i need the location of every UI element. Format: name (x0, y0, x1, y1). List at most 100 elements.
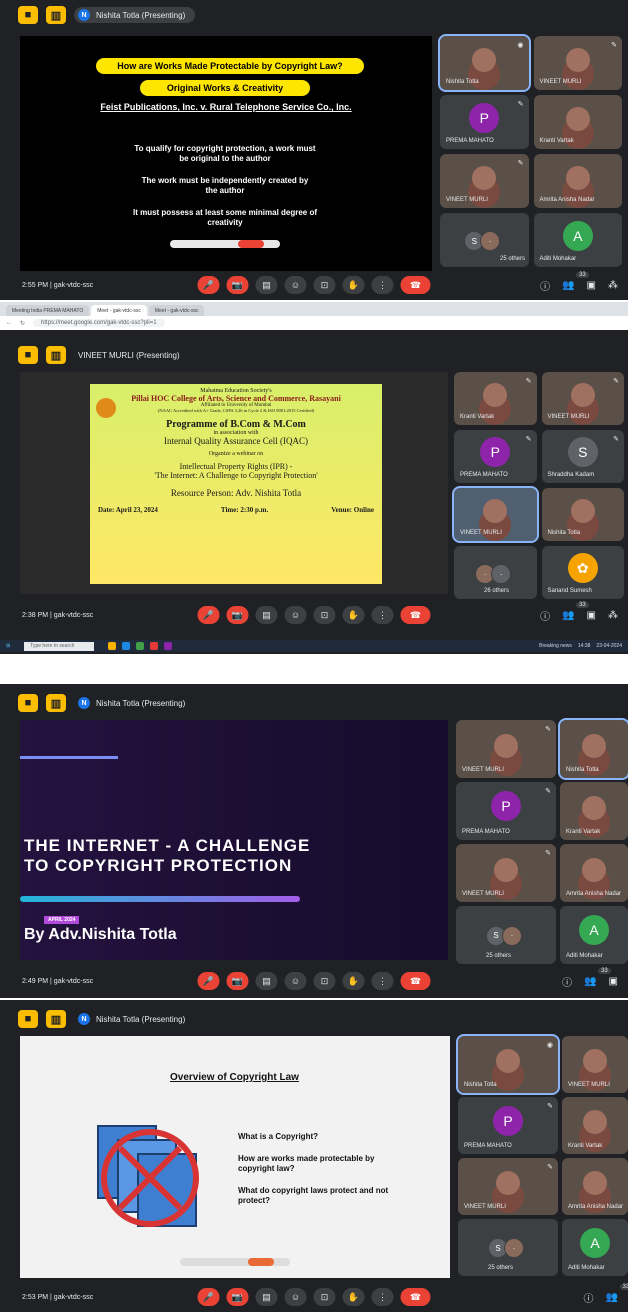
chat-icon[interactable]: ▣ (587, 610, 596, 621)
presenting-chip[interactable]: N Nishita Totla (Presenting) (74, 1011, 195, 1027)
chat-icon[interactable]: ▣ (587, 280, 596, 291)
tab-active[interactable]: Meet - gak-vtdc-ssc (91, 305, 147, 316)
camera-icon[interactable]: 📷 (226, 972, 249, 990)
presenting-chip[interactable]: N Nishita Totla (Presenting) (74, 7, 196, 23)
participant-tile[interactable]: Kranti Vartak (560, 782, 628, 840)
captions-icon[interactable]: ▤ (255, 606, 278, 624)
end-call-icon[interactable]: ☎ (400, 606, 431, 624)
participant-tile[interactable]: VINEET MURLI (452, 486, 539, 543)
app-icon[interactable]: ■ (18, 6, 38, 24)
emoji-icon[interactable]: ☺ (284, 1288, 307, 1306)
mic-icon[interactable]: 🎤 (197, 276, 220, 294)
app-icon[interactable]: ■ (18, 346, 38, 364)
people-icon[interactable]: 👥 33 (562, 271, 589, 291)
hand-icon[interactable]: ✋ (342, 1288, 365, 1306)
mic-icon[interactable]: 🎤 (197, 606, 220, 624)
participant-tile[interactable]: ✎ VINEET MURLI (456, 844, 556, 902)
present-icon[interactable]: ⊡ (313, 972, 336, 990)
back-icon[interactable]: ← (6, 320, 12, 326)
app-icon[interactable]: ■ (18, 1010, 38, 1028)
others-tile[interactable]: S · 25 others (456, 906, 556, 964)
more-icon[interactable]: ⋮ (371, 276, 394, 294)
people-icon[interactable]: 👥 33 (606, 1283, 628, 1303)
participant-tile[interactable]: Kranti Vartak (533, 95, 622, 149)
end-call-icon[interactable]: ☎ (400, 276, 431, 294)
college-logo (96, 398, 116, 418)
end-call-icon[interactable]: ☎ (400, 972, 431, 990)
window-icon[interactable]: ▥ (46, 346, 66, 364)
reload-icon[interactable]: ↻ (20, 320, 25, 327)
mic-icon[interactable]: 🎤 (197, 972, 220, 990)
participant-tile[interactable]: A Aditi Mohakar (560, 906, 628, 964)
window-icon[interactable]: ▥ (46, 1010, 66, 1028)
tab[interactable]: Meeting India PREMA MAHATO (6, 305, 90, 316)
participant-tile[interactable]: Nishita Totla (558, 718, 628, 780)
info-icon[interactable]: ⓘ (584, 1290, 594, 1305)
mic-icon[interactable]: 🎤 (197, 1288, 220, 1306)
captions-icon[interactable]: ▤ (255, 1288, 278, 1306)
participant-tile[interactable]: ✿ Sanand Sumesh (541, 546, 624, 599)
window-icon[interactable]: ▥ (46, 6, 66, 24)
participant-tile[interactable]: ✎ VINEET MURLI (458, 1158, 558, 1215)
more-icon[interactable]: ⋮ (371, 1288, 394, 1306)
participant-tile[interactable]: VINEET MURLI (562, 1036, 628, 1093)
chat-icon[interactable]: ▣ (609, 976, 618, 987)
participant-tile[interactable]: Amrita Anisha Nadar (533, 154, 622, 208)
info-icon[interactable]: ⓘ (540, 278, 550, 293)
present-icon[interactable]: ⊡ (313, 276, 336, 294)
participant-tile[interactable]: Amrita Anisha Nadar (560, 844, 628, 902)
participant-tile[interactable]: ✎ VINEET MURLI (456, 720, 556, 778)
participant-tile[interactable]: P ✎ PREMA MAHATO (454, 430, 537, 483)
emoji-icon[interactable]: ☺ (284, 606, 307, 624)
camera-icon[interactable]: 📷 (226, 276, 249, 294)
window-icon[interactable]: ▥ (46, 694, 66, 712)
hand-icon[interactable]: ✋ (342, 972, 365, 990)
participant-tile[interactable]: P ✎ PREMA MAHATO (458, 1097, 558, 1154)
participant-tile[interactable]: A Aditi Mohakar (533, 213, 622, 267)
present-icon[interactable]: ⊡ (313, 1288, 336, 1306)
hand-icon[interactable]: ✋ (342, 606, 365, 624)
activities-icon[interactable]: ⁂ (608, 610, 618, 621)
participant-tile[interactable]: Kranti Vartak (562, 1097, 628, 1154)
info-icon[interactable]: ⓘ (540, 608, 550, 623)
end-call-icon[interactable]: ☎ (400, 1288, 431, 1306)
tab[interactable]: Meet - gak-vtdc-ssc (148, 305, 205, 316)
participant-tile[interactable]: P ✎ PREMA MAHATO (440, 95, 529, 149)
participant-tile[interactable]: A Aditi Mohakar (562, 1219, 628, 1276)
participant-tile[interactable]: ✎ VINEET MURLI (541, 372, 624, 425)
others-tile[interactable]: · · 26 others (454, 546, 537, 599)
app-icon[interactable]: ■ (18, 694, 38, 712)
others-tile[interactable]: S · 25 others (440, 213, 529, 267)
captions-icon[interactable]: ▤ (255, 972, 278, 990)
hand-icon[interactable]: ✋ (342, 276, 365, 294)
news-label[interactable]: Breaking news (539, 643, 572, 649)
activities-icon[interactable]: ⁂ (608, 280, 618, 291)
captions-icon[interactable]: ▤ (255, 276, 278, 294)
present-icon[interactable]: ⊡ (313, 606, 336, 624)
participant-tile[interactable]: ✎ Kranti Vartak (454, 372, 537, 425)
participant-tile[interactable]: ◉ Nishita Totla (456, 1034, 560, 1095)
system-tray: Breaking news 14:38 23-04-2024 (539, 643, 622, 649)
participant-tile[interactable]: ✎ VINEET MURLI (440, 154, 529, 208)
people-icon[interactable]: 👥 33 (584, 967, 611, 987)
others-tile[interactable]: S · 25 others (458, 1219, 558, 1276)
taskbar-search[interactable]: Type here to search (24, 641, 95, 651)
more-icon[interactable]: ⋮ (371, 606, 394, 624)
url-field[interactable]: https://meet.google.com/gak-vtdc-ssc?pli… (33, 319, 165, 327)
camera-icon[interactable]: 📷 (226, 606, 249, 624)
emoji-icon[interactable]: ☺ (284, 276, 307, 294)
camera-icon[interactable]: 📷 (226, 1288, 249, 1306)
participant-tile[interactable]: P ✎ PREMA MAHATO (456, 782, 556, 840)
participant-tile[interactable]: ◉ Nishita Totla (438, 34, 531, 92)
participant-tile[interactable]: ✎ VINEET MURLI (533, 36, 622, 90)
more-icon[interactable]: ⋮ (371, 972, 394, 990)
participant-tile[interactable]: S ✎ Shraddha Kadam (541, 430, 624, 483)
participant-tile[interactable]: Nishita Totla (541, 488, 624, 541)
windows-icon[interactable]: ⊞ (6, 643, 10, 649)
emoji-icon[interactable]: ☺ (284, 972, 307, 990)
presenting-chip[interactable]: VINEET MURLI (Presenting) (74, 349, 190, 362)
people-icon[interactable]: 👥 33 (562, 601, 589, 621)
presenting-chip[interactable]: N Nishita Totla (Presenting) (74, 695, 195, 711)
participant-tile[interactable]: Amrita Anisha Nadar (562, 1158, 628, 1215)
info-icon[interactable]: ⓘ (562, 974, 572, 989)
